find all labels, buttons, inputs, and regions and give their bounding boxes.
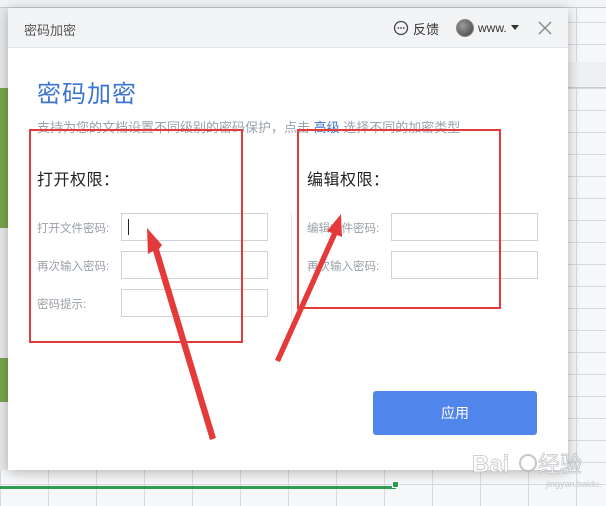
column-divider — [291, 213, 292, 323]
description-text-end: 选择不同的加密类型 — [339, 120, 461, 135]
password-encryption-dialog: 密码加密 反馈 www. 密码加密 支持为您的文档设置不同级别的密码保护，点击 … — [8, 8, 568, 470]
edit-permission-title: 编辑权限： — [307, 172, 390, 189]
description: 支持为您的文档设置不同级别的密码保护，点击 高级 选择不同的加密类型 — [37, 117, 460, 136]
user-menu[interactable]: www. — [456, 17, 519, 39]
dialog-title: 密码加密 — [24, 23, 77, 38]
open-password-field[interactable] — [121, 213, 268, 241]
feedback-button[interactable]: 反馈 — [393, 18, 439, 38]
fill-handle[interactable] — [392, 481, 399, 488]
edit-confirm-label: 再次输入密码: — [307, 261, 380, 273]
advanced-link[interactable]: 高级 — [314, 120, 340, 135]
open-permission-title: 打开权限： — [37, 172, 120, 189]
open-confirm-label: 再次输入密码: — [37, 261, 110, 273]
caret-down-icon — [510, 25, 519, 30]
password-hint-label: 密码提示: — [37, 299, 87, 311]
password-hint-field[interactable] — [121, 289, 268, 317]
description-text: 支持为您的文档设置不同级别的密码保护，点击 — [37, 120, 314, 135]
column-header — [568, 62, 606, 88]
dialog-titlebar: 密码加密 反馈 www. — [8, 8, 568, 48]
app-toolbar — [0, 0, 606, 8]
edit-password-field[interactable] — [391, 213, 538, 241]
feedback-label: 反馈 — [413, 21, 440, 37]
edit-password-label: 编辑文件密码: — [307, 223, 380, 235]
chat-bubble-icon — [393, 20, 409, 36]
edit-confirm-field[interactable] — [391, 251, 538, 279]
selection-border — [0, 486, 396, 489]
text-cursor — [128, 219, 129, 235]
page-title: 密码加密 — [37, 81, 137, 108]
open-confirm-field[interactable] — [121, 251, 268, 279]
apply-button[interactable]: 应用 — [373, 391, 537, 435]
avatar — [456, 19, 474, 37]
open-password-label: 打开文件密码: — [37, 223, 110, 235]
close-icon[interactable] — [536, 19, 554, 37]
user-name: www. — [478, 21, 507, 35]
